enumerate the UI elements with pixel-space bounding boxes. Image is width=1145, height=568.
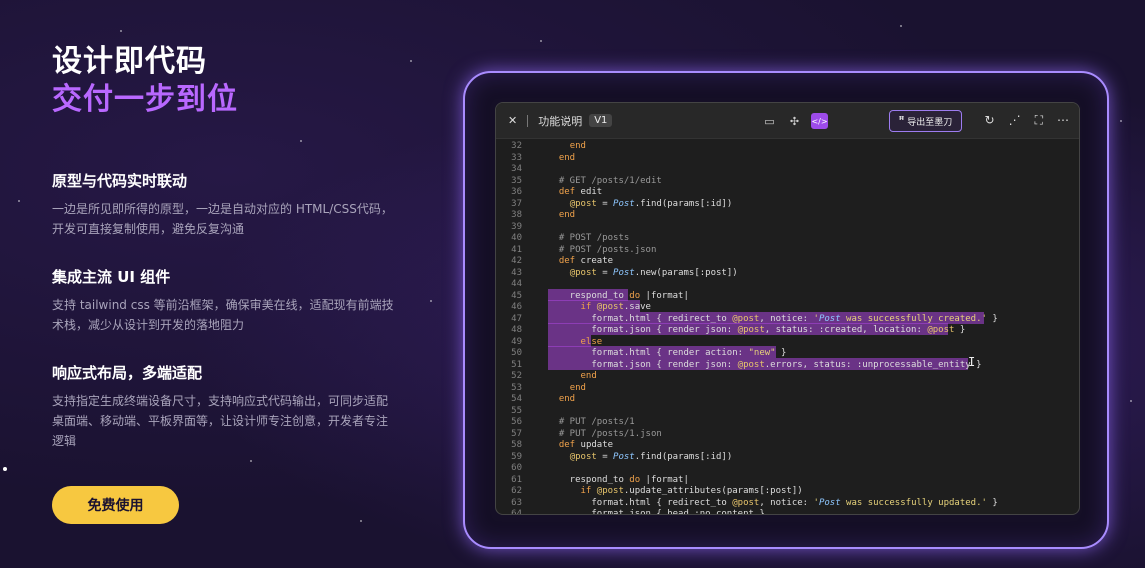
feature-desc: 支持指定生成终端设备尺寸，支持响应式代码输出，可同步适配桌面端、移动端、平板界面… xyxy=(52,394,389,448)
line-number: 59 xyxy=(511,451,522,462)
line-number: 38 xyxy=(511,210,522,220)
more-icon[interactable]: ⋯ xyxy=(1057,113,1069,128)
hero-section: 设计即代码 交付一步到位 原型与代码实时联动 一边是所见即所得的原型，一边是自动… xyxy=(52,44,402,448)
line-number: 64 xyxy=(511,509,522,515)
code-line: format.json { head :no_content } xyxy=(548,509,765,515)
line-number: 56 xyxy=(511,417,522,427)
line-number: 54 xyxy=(511,394,522,404)
line-number: 40 xyxy=(511,233,522,243)
window-actions: ↻ ⋰ ⛶ ⋯ xyxy=(985,113,1069,128)
code-view-icon[interactable]: </> xyxy=(811,113,828,129)
line-number: 48 xyxy=(511,325,522,335)
code-line: def edit xyxy=(558,187,603,197)
hero-title: 设计即代码 xyxy=(52,44,207,79)
feature-ui-components: 集成主流 UI 组件 支持 tailwind css 等前沿框架，确保审美在线，… xyxy=(52,266,397,335)
fullscreen-icon[interactable]: ⛶ xyxy=(1035,113,1043,128)
code-line: else xyxy=(580,336,603,347)
feature-responsive: 响应式布局，多端适配 支持指定生成终端设备尺寸，支持响应式代码输出，可同步适配桌… xyxy=(52,362,397,451)
code-editor-window: ✕ 功能说明 V1 ▭ ✣ </> ꟸ 导出至墨刀 ↻ ⋰ ⛶ ⋯ I 32 e… xyxy=(495,102,1080,515)
line-number: 43 xyxy=(511,267,522,278)
export-button[interactable]: ꟸ 导出至墨刀 xyxy=(889,110,962,132)
line-number: 37 xyxy=(511,198,522,209)
line-number: 47 xyxy=(511,313,522,324)
line-number: 39 xyxy=(511,221,522,232)
code-line: # PUT /posts/1.json xyxy=(548,428,662,439)
line-number: 33 xyxy=(511,152,522,163)
code-line: format.html { render action: "new" } xyxy=(548,348,787,358)
inspect-icon[interactable]: ✣ xyxy=(786,113,803,129)
line-number: 36 xyxy=(511,187,522,197)
feature-desc: 支持 tailwind css 等前沿框架，确保审美在线，适配现有前端技术栈，减… xyxy=(52,298,394,332)
line-number: 63 xyxy=(511,497,522,508)
feature-title: 集成主流 UI 组件 xyxy=(52,268,171,286)
feature-title: 原型与代码实时联动 xyxy=(52,172,188,190)
close-icon[interactable]: ✕ xyxy=(508,114,517,127)
view-mode-switch: ▭ ✣ </> xyxy=(761,113,828,129)
line-number: 55 xyxy=(511,405,522,416)
code-line: # GET /posts/1/edit xyxy=(548,175,662,186)
line-number: 44 xyxy=(511,279,522,289)
line-number: 35 xyxy=(511,175,522,186)
code-line: end xyxy=(558,394,576,404)
line-number: 46 xyxy=(511,302,522,312)
code-line: format.html { redirect_to @post, notice:… xyxy=(548,497,998,508)
divider xyxy=(527,114,529,127)
code-line: def create xyxy=(558,256,614,266)
line-number: 52 xyxy=(511,371,522,381)
feature-realtime-sync: 原型与代码实时联动 一边是所见即所得的原型，一边是自动对应的 HTML/CSS代… xyxy=(52,170,397,239)
line-number: 58 xyxy=(511,440,522,450)
code-line: def update xyxy=(558,440,614,450)
feature-title: 响应式布局，多端适配 xyxy=(52,364,203,382)
code-line: end xyxy=(558,210,576,220)
doc-title: 功能说明 xyxy=(538,114,583,128)
share-icon[interactable]: ⋰ xyxy=(1009,113,1021,128)
code-line: end xyxy=(580,371,597,381)
refresh-icon[interactable]: ↻ xyxy=(985,113,995,128)
code-line: format.json { render json: @post.errors,… xyxy=(548,359,982,370)
feature-desc: 一边是所见即所得的原型，一边是自动对应的 HTML/CSS代码，开发可直接复制使… xyxy=(52,202,393,236)
line-number: 53 xyxy=(511,382,522,393)
line-number: 57 xyxy=(511,428,522,439)
code-line: respond_to do |format| xyxy=(548,290,689,301)
line-number: 41 xyxy=(511,244,522,255)
export-label: 导出至墨刀 xyxy=(907,117,953,128)
version-badge[interactable]: V1 xyxy=(589,114,613,127)
code-line: end xyxy=(569,141,586,151)
code-line: format.json { render json: @post, status… xyxy=(548,325,966,335)
line-number: 32 xyxy=(511,141,522,151)
free-use-button[interactable]: 免费使用 xyxy=(52,486,179,524)
hero-subtitle: 交付一步到位 xyxy=(52,82,238,117)
code-line: respond_to do |format| xyxy=(548,474,689,485)
code-line: @post = Post.find(params[:id]) xyxy=(569,198,733,209)
line-number: 62 xyxy=(511,486,522,496)
preview-icon[interactable]: ▭ xyxy=(761,113,778,129)
code-line: # POST /posts.json xyxy=(548,244,657,255)
code-line: if @post.save xyxy=(580,302,651,312)
code-area[interactable]: I 32 end 33 end 34 35 # GET /posts/1/edit 36… xyxy=(496,139,1079,514)
line-number: 34 xyxy=(511,164,522,174)
line-number: 42 xyxy=(511,256,522,266)
line-number: 51 xyxy=(511,359,522,370)
line-number: 50 xyxy=(511,348,522,358)
code-line: format.html { redirect_to @post, notice:… xyxy=(548,313,998,324)
line-number: 60 xyxy=(511,463,522,473)
code-line: if @post.update_attributes(params[:post]… xyxy=(580,486,803,496)
editor-toolbar: ✕ 功能说明 V1 ▭ ✣ </> ꟸ 导出至墨刀 ↻ ⋰ ⛶ ⋯ xyxy=(496,103,1079,139)
code-line: end xyxy=(569,382,586,393)
line-number: 45 xyxy=(511,290,522,301)
export-icon: ꟸ xyxy=(898,116,905,126)
line-number: 61 xyxy=(511,474,522,485)
code-line: # POST /posts xyxy=(548,233,630,243)
code-line: end xyxy=(558,152,576,163)
code-line: @post = Post.new(params[:post]) xyxy=(569,267,738,278)
code-line: @post = Post.find(params[:id]) xyxy=(569,451,733,462)
code-line: # PUT /posts/1 xyxy=(548,417,635,427)
line-number: 49 xyxy=(511,336,522,347)
